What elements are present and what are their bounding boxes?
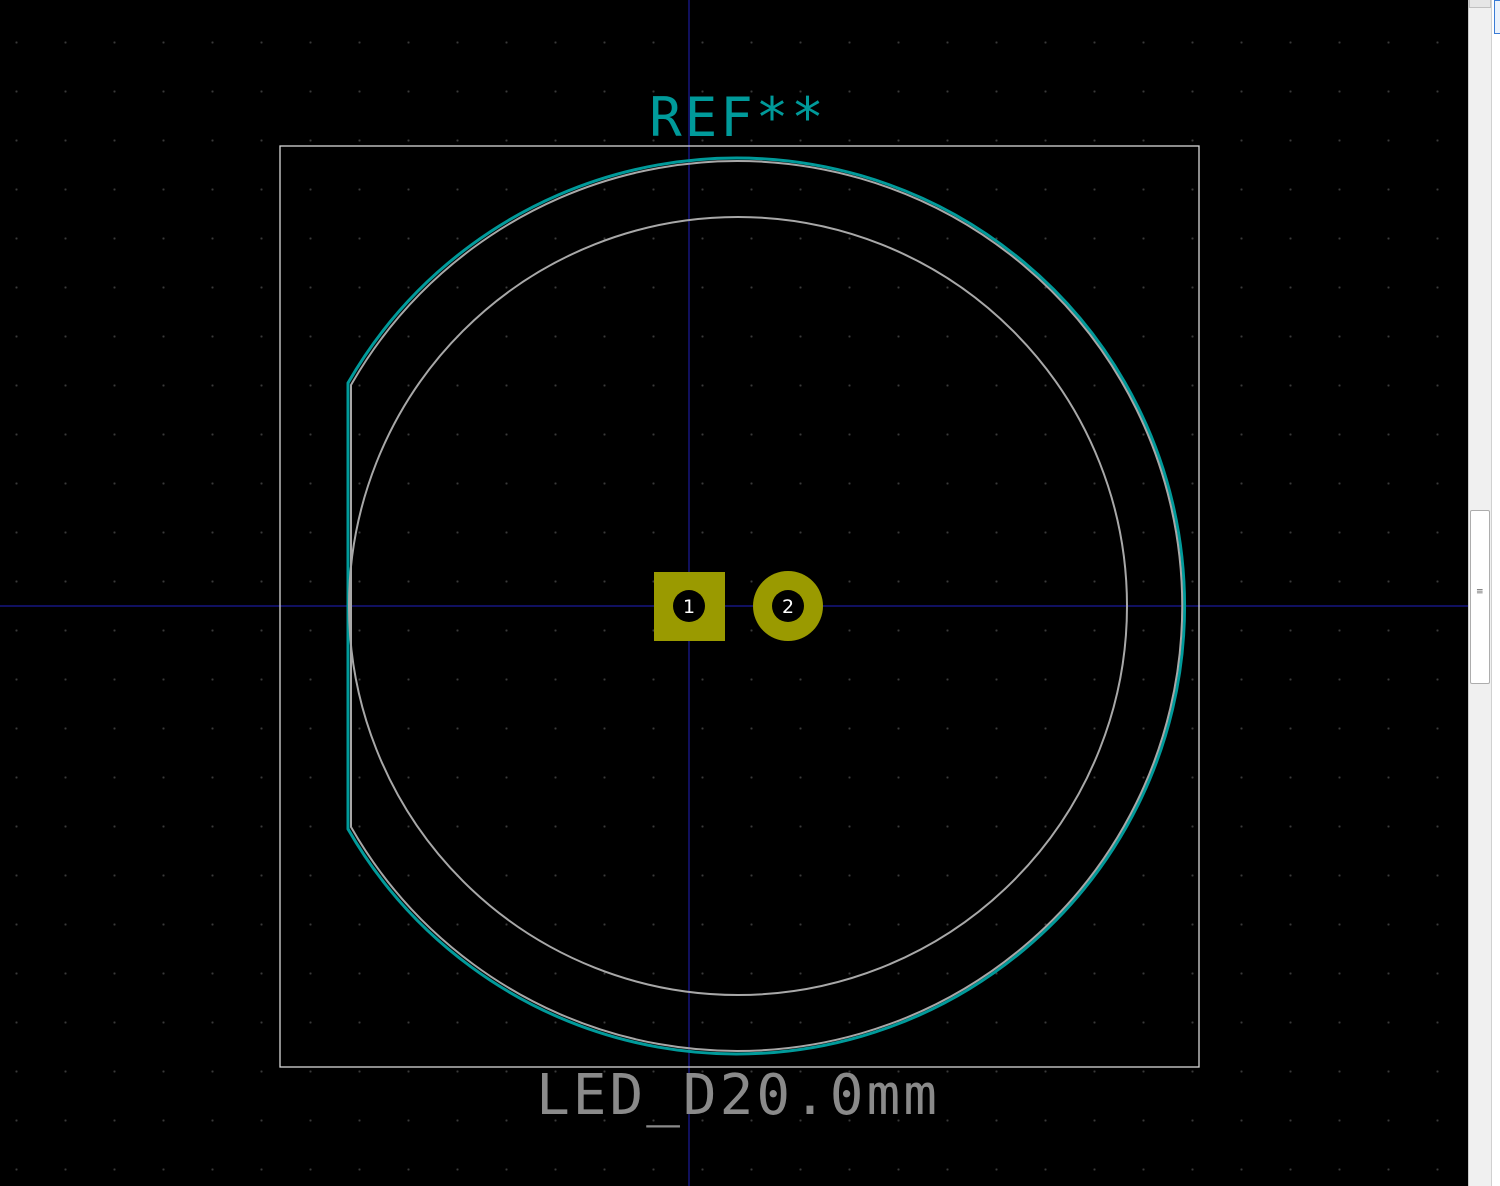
grip-lines-icon: ≡ <box>1476 587 1484 597</box>
vertical-scrollbar[interactable]: ≡ <box>1468 0 1500 1186</box>
side-panel-tab[interactable] <box>1494 0 1500 34</box>
footprint-drawing[interactable]: REF** LED_D20.0mm 1 2 <box>0 0 1468 1186</box>
pad-1-number: 1 <box>683 596 695 618</box>
footprint-value[interactable]: LED_D20.0mm <box>536 1063 940 1128</box>
scroll-up-button[interactable] <box>1469 0 1491 8</box>
reference-designator[interactable]: REF** <box>649 86 827 149</box>
pcb-canvas[interactable]: REF** LED_D20.0mm 1 2 <box>0 0 1468 1186</box>
pad-2-number: 2 <box>782 596 794 618</box>
scroll-thumb[interactable]: ≡ <box>1470 510 1490 684</box>
pad-2[interactable]: 2 <box>753 571 823 641</box>
pad-1[interactable]: 1 <box>654 572 725 641</box>
side-panel-edge <box>1491 0 1500 1186</box>
